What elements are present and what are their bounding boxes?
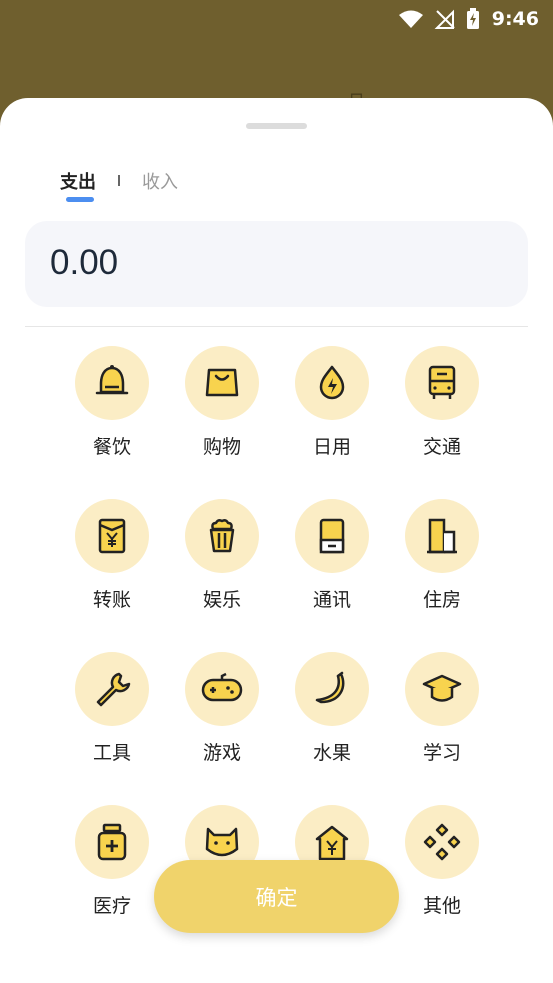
- category-label: 购物: [202, 436, 241, 458]
- category-item[interactable]: 游戏: [167, 652, 277, 805]
- category-item[interactable]: 转账: [57, 499, 167, 652]
- category-row: 餐饮 购物 日用 交通: [57, 346, 497, 499]
- category-item[interactable]: 通讯: [277, 499, 387, 652]
- wifi-icon: [398, 9, 424, 29]
- category-label: 医疗: [92, 895, 131, 917]
- divider: [25, 326, 528, 327]
- bus-icon: [405, 346, 479, 420]
- bell-icon: [75, 346, 149, 420]
- category-label: 转账: [92, 589, 131, 611]
- status-time: 9:46: [491, 8, 539, 30]
- yen-card-icon: [75, 499, 149, 573]
- wrench-icon: [75, 652, 149, 726]
- amount-field[interactable]: 0.00: [25, 221, 528, 307]
- confirm-button[interactable]: 确定: [154, 860, 399, 933]
- drag-handle[interactable]: [246, 123, 307, 129]
- phone-icon: [295, 499, 369, 573]
- category-item[interactable]: 娱乐: [167, 499, 277, 652]
- banana-icon: [295, 652, 369, 726]
- category-row: 转账 娱乐 通讯 住房: [57, 499, 497, 652]
- category-label: 工具: [92, 742, 131, 764]
- status-bar: 9:46: [0, 0, 553, 38]
- category-item[interactable]: 交通: [387, 346, 497, 499]
- tab-expense[interactable]: 支出: [60, 168, 96, 202]
- category-label: 学习: [422, 742, 461, 764]
- category-label: 水果: [312, 742, 351, 764]
- building-icon: [405, 499, 479, 573]
- category-row: 工具 游戏 水果 学习: [57, 652, 497, 805]
- type-tabs: 支出 收入: [60, 168, 178, 208]
- category-item[interactable]: 工具: [57, 652, 167, 805]
- category-label: 其他: [422, 895, 461, 917]
- flame-icon: [295, 346, 369, 420]
- category-item[interactable]: 水果: [277, 652, 387, 805]
- category-label: 游戏: [202, 742, 241, 764]
- amount-value: 0.00: [50, 243, 119, 282]
- category-item[interactable]: 学习: [387, 652, 497, 805]
- tab-divider: [118, 175, 120, 186]
- medicine-bottle-icon: [75, 805, 149, 879]
- category-item[interactable]: 住房: [387, 499, 497, 652]
- gamepad-icon: [185, 652, 259, 726]
- category-item[interactable]: 餐饮: [57, 346, 167, 499]
- category-label: 交通: [422, 436, 461, 458]
- diamonds-icon: [405, 805, 479, 879]
- category-label: 通讯: [312, 589, 351, 611]
- category-label: 住房: [422, 589, 461, 611]
- category-item[interactable]: 购物: [167, 346, 277, 499]
- category-label: 餐饮: [92, 436, 131, 458]
- category-item[interactable]: 日用: [277, 346, 387, 499]
- category-item[interactable]: 医疗: [57, 805, 167, 958]
- graduation-cap-icon: [405, 652, 479, 726]
- category-item[interactable]: 其他: [387, 805, 497, 958]
- category-label: 娱乐: [202, 589, 241, 611]
- bottom-sheet: 支出 收入 0.00 餐饮 购物 日用 交通 转账 娱乐 通讯 住房 工具 游戏…: [0, 98, 553, 983]
- category-label: 日用: [312, 436, 351, 458]
- battery-charging-icon: [466, 8, 480, 30]
- tab-income[interactable]: 收入: [142, 168, 178, 194]
- popcorn-icon: [185, 499, 259, 573]
- no-signal-icon: [434, 9, 456, 29]
- shopping-bag-icon: [185, 346, 259, 420]
